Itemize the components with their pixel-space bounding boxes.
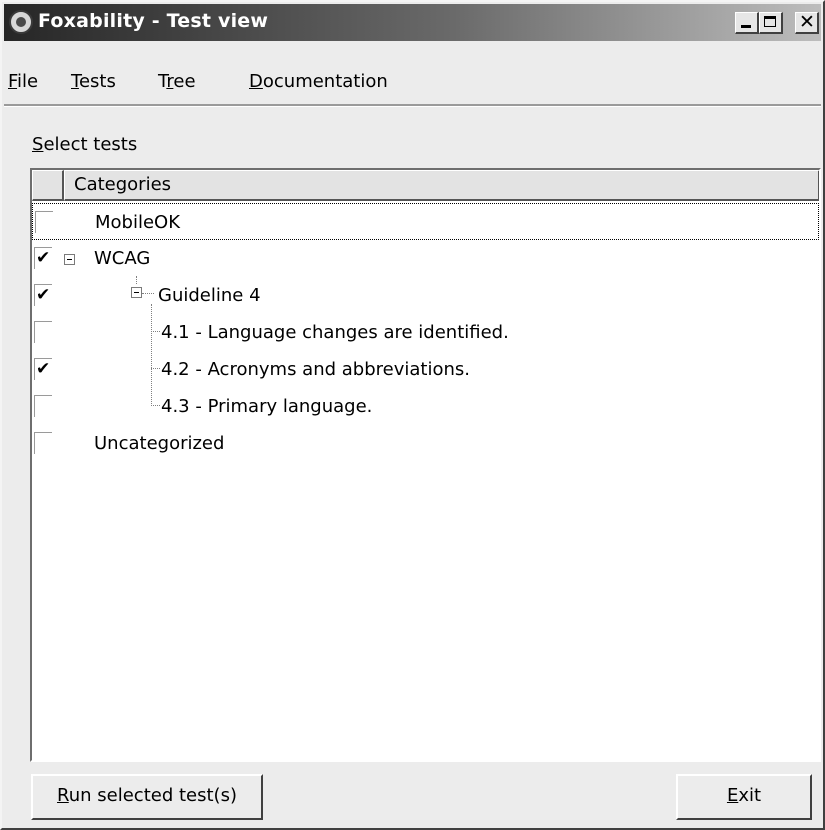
run-selected-tests-button[interactable]: Run selected test(s): [31, 774, 263, 820]
test-tree[interactable]: Categories MobileOK ✔ WCAG ✔ Guideline 4…: [30, 168, 821, 762]
close-icon: ✕: [799, 11, 815, 33]
tree-row-4-3[interactable]: 4.3 - Primary language.: [32, 388, 819, 425]
row-label: 4.1 - Language changes are identified.: [161, 322, 509, 343]
row-checkbox[interactable]: [34, 432, 52, 454]
maximize-icon: [764, 16, 776, 27]
menu-tree[interactable]: Tree: [158, 71, 196, 93]
checkmark-icon: ✔: [36, 248, 51, 268]
row-label: 4.2 - Acronyms and abbreviations.: [161, 359, 470, 380]
tree-row-wcag[interactable]: ✔ WCAG: [32, 240, 819, 277]
menu-documentation[interactable]: Documentation: [249, 71, 388, 93]
menu-file[interactable]: File: [8, 71, 38, 93]
categories-column-header[interactable]: Categories: [64, 170, 819, 201]
row-checkbox[interactable]: [34, 395, 52, 417]
checkbox-column-header[interactable]: [32, 170, 64, 201]
minimize-icon: [741, 25, 751, 28]
tree-row-guideline-4[interactable]: ✔ Guideline 4: [32, 277, 819, 314]
tree-row-mobileok[interactable]: MobileOK: [32, 203, 819, 240]
close-button[interactable]: ✕: [795, 11, 819, 34]
row-label: Uncategorized: [94, 433, 225, 454]
row-checkbox[interactable]: [34, 321, 52, 343]
row-checkbox[interactable]: ✔: [34, 284, 52, 306]
categories-header-label: Categories: [74, 174, 172, 195]
maximize-button[interactable]: [759, 12, 783, 34]
row-label: WCAG: [94, 248, 151, 269]
collapse-icon[interactable]: [64, 254, 75, 265]
row-label: Guideline 4: [158, 285, 261, 306]
tree-row-uncategorized[interactable]: Uncategorized: [32, 425, 819, 462]
menu-bar: File Tests Tree Documentation: [4, 42, 821, 104]
window-title: Foxability - Test view: [38, 10, 269, 32]
collapse-icon[interactable]: [131, 287, 142, 298]
app-window: Foxability - Test view ✕ File Tests Tree…: [0, 0, 825, 830]
foxability-logo-icon[interactable]: [9, 10, 33, 34]
row-checkbox[interactable]: [35, 211, 53, 233]
tree-row-4-2[interactable]: ✔ 4.2 - Acronyms and abbreviations.: [32, 351, 819, 388]
tree-row-4-1[interactable]: 4.1 - Language changes are identified.: [32, 314, 819, 351]
checkmark-icon: ✔: [36, 285, 51, 305]
select-tests-label: Select tests: [32, 134, 138, 155]
title-bar[interactable]: Foxability - Test view ✕: [4, 4, 821, 41]
menu-tests[interactable]: Tests: [71, 71, 116, 93]
row-label: MobileOK: [95, 212, 181, 233]
row-label: 4.3 - Primary language.: [161, 396, 373, 417]
row-checkbox[interactable]: ✔: [34, 358, 52, 380]
exit-button[interactable]: Exit: [676, 774, 812, 820]
menu-separator: [4, 104, 821, 107]
minimize-button[interactable]: [735, 12, 759, 34]
row-checkbox[interactable]: ✔: [34, 247, 52, 269]
checkmark-icon: ✔: [36, 359, 51, 379]
